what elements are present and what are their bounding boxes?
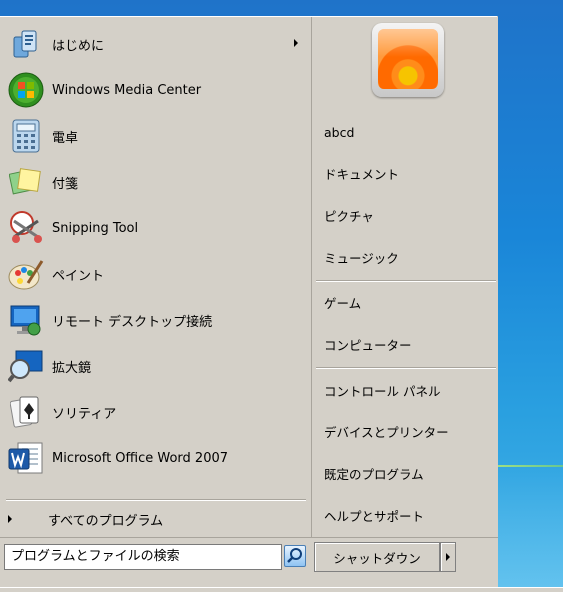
programs-panel: はじめに Windows Media Center 電卓 付箋 Snipping… bbox=[0, 17, 310, 537]
submenu-arrow-icon bbox=[294, 39, 298, 47]
menu-footer: プログラムとファイルの検索 シャットダウン bbox=[0, 537, 498, 588]
start-menu: はじめに Windows Media Center 電卓 付箋 Snipping… bbox=[0, 16, 498, 588]
separator bbox=[6, 499, 306, 501]
place-devices-printers[interactable]: デバイスとプリンター bbox=[312, 412, 498, 450]
remote-desktop-icon bbox=[6, 300, 46, 340]
user-avatar[interactable] bbox=[372, 23, 444, 97]
program-label: Microsoft Office Word 2007 bbox=[52, 450, 229, 466]
place-label: コントロール パネル bbox=[324, 383, 441, 399]
getting-started-icon bbox=[6, 24, 46, 64]
program-label: Snipping Tool bbox=[52, 220, 139, 236]
program-label: リモート デスクトップ接続 bbox=[52, 314, 213, 330]
shutdown-label: シャットダウン bbox=[333, 550, 421, 566]
avatar-picture bbox=[378, 29, 438, 89]
sticky-notes-icon bbox=[6, 162, 46, 202]
taskbar bbox=[0, 587, 563, 592]
separator bbox=[316, 280, 496, 282]
windows-media-center-icon bbox=[6, 70, 46, 110]
program-remote-desktop[interactable]: リモート デスクトップ接続 bbox=[0, 298, 310, 342]
program-label: はじめに bbox=[52, 38, 105, 54]
program-label: 付箋 bbox=[52, 176, 79, 192]
place-label: 既定のプログラム bbox=[324, 466, 424, 482]
program-getting-started[interactable]: はじめに bbox=[0, 22, 310, 66]
place-label: ゲーム bbox=[324, 295, 362, 311]
place-label: コンピューター bbox=[324, 337, 412, 353]
places-panel: abcd ドキュメント ピクチャ ミュージック ゲーム コンピューター コントロ… bbox=[311, 17, 498, 537]
program-snipping-tool[interactable]: Snipping Tool bbox=[0, 206, 310, 250]
place-label: abcd bbox=[324, 124, 355, 140]
paint-icon bbox=[6, 254, 46, 294]
program-solitaire[interactable]: ソリティア bbox=[0, 390, 310, 434]
place-music[interactable]: ミュージック bbox=[312, 238, 498, 276]
place-label: ヘルプとサポート bbox=[324, 508, 425, 524]
place-label: デバイスとプリンター bbox=[324, 424, 449, 440]
program-label: Windows Media Center bbox=[52, 82, 202, 98]
place-documents[interactable]: ドキュメント bbox=[312, 154, 498, 192]
place-control-panel[interactable]: コントロール パネル bbox=[312, 371, 498, 409]
all-programs-label: すべてのプログラム bbox=[48, 513, 164, 529]
program-label: 拡大鏡 bbox=[52, 360, 92, 376]
desktop-background bbox=[498, 0, 563, 591]
place-label: ピクチャ bbox=[324, 208, 374, 224]
expand-arrow-icon bbox=[8, 515, 12, 523]
place-computer[interactable]: コンピューター bbox=[312, 325, 498, 363]
all-programs-button[interactable]: すべてのプログラム bbox=[0, 507, 310, 531]
place-pictures[interactable]: ピクチャ bbox=[312, 196, 498, 234]
shutdown-button[interactable]: シャットダウン bbox=[314, 542, 440, 572]
solitaire-icon bbox=[6, 392, 46, 432]
program-windows-media-center[interactable]: Windows Media Center bbox=[0, 68, 310, 112]
separator bbox=[316, 367, 496, 369]
shutdown-options-arrow-icon[interactable] bbox=[440, 542, 456, 572]
place-default-programs[interactable]: 既定のプログラム bbox=[312, 454, 498, 492]
search-input[interactable]: プログラムとファイルの検索 bbox=[4, 544, 282, 570]
word-icon bbox=[6, 438, 46, 478]
place-label: ミュージック bbox=[324, 250, 399, 266]
place-user-folder[interactable]: abcd bbox=[312, 113, 498, 151]
program-label: ペイント bbox=[52, 268, 105, 284]
program-word-2007[interactable]: Microsoft Office Word 2007 bbox=[0, 436, 310, 480]
program-calculator[interactable]: 電卓 bbox=[0, 114, 310, 158]
place-help-support[interactable]: ヘルプとサポート bbox=[312, 496, 498, 534]
program-label: 電卓 bbox=[52, 130, 79, 146]
magnifier-icon bbox=[6, 346, 46, 386]
place-games[interactable]: ゲーム bbox=[312, 283, 498, 321]
snipping-tool-icon bbox=[6, 208, 46, 248]
search-icon[interactable] bbox=[284, 545, 306, 567]
place-label: ドキュメント bbox=[324, 166, 400, 182]
program-magnifier[interactable]: 拡大鏡 bbox=[0, 344, 310, 388]
program-label: ソリティア bbox=[52, 406, 117, 422]
program-paint[interactable]: ペイント bbox=[0, 252, 310, 296]
program-sticky-notes[interactable]: 付箋 bbox=[0, 160, 310, 204]
calculator-icon bbox=[6, 116, 46, 156]
